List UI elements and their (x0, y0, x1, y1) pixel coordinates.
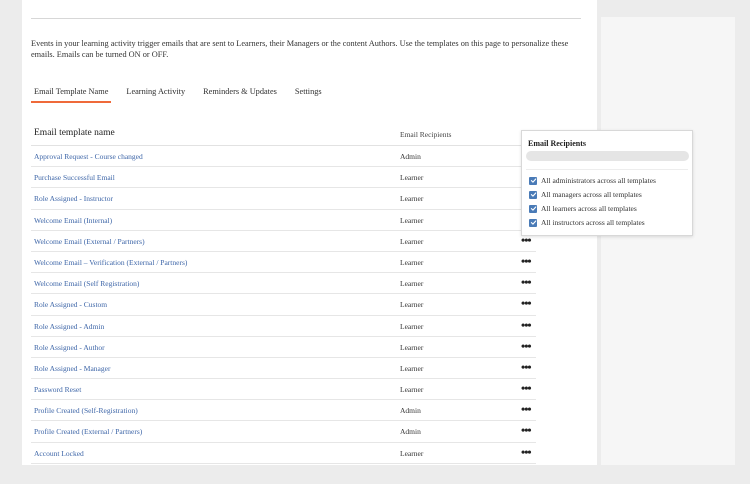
option-all-managers[interactable]: All managers across all templates (529, 189, 642, 200)
more-options-icon[interactable]: ••• (521, 424, 532, 436)
table-header: Email template name Email Recipients (31, 124, 536, 146)
more-options-icon[interactable]: ••• (521, 297, 532, 309)
table-row: Role Assigned - Admin Learner ••• (31, 316, 536, 337)
tab-learning-activity[interactable]: Learning Activity (123, 86, 188, 100)
more-options-icon[interactable]: ••• (521, 276, 532, 288)
column-header-name: Email template name (34, 128, 115, 138)
more-options-icon[interactable]: ••• (521, 403, 532, 415)
checkbox-checked-icon[interactable] (529, 218, 537, 227)
table-row: Role Assigned - Instructor Learner (31, 188, 536, 210)
template-name-link[interactable]: Account Locked (34, 449, 84, 458)
template-name-link[interactable]: Profile Created (External / Partners) (34, 427, 142, 436)
recipient-value: Admin (400, 427, 421, 437)
page-description: Events in your learning activity trigger… (31, 39, 569, 59)
recipient-value: Learner (400, 363, 424, 373)
checkbox-checked-icon[interactable] (529, 176, 537, 185)
tab-bar: Email Template Name Learning Activity Re… (31, 86, 325, 103)
table-row: Welcome Email – Verification (External /… (31, 252, 536, 274)
recipient-value: Learner (400, 194, 424, 204)
more-options-icon[interactable]: ••• (521, 382, 532, 394)
recipients-search-input[interactable] (526, 151, 689, 161)
more-options-icon[interactable]: ••• (521, 446, 532, 458)
recipient-value: Learner (400, 257, 424, 267)
table-row: Password Reset Learner ••• (31, 379, 536, 401)
option-label: All instructors across all templates (541, 218, 645, 227)
table-row: Welcome Email (Self Registration) Learne… (31, 273, 536, 295)
template-name-link[interactable]: Profile Created (Self-Registration) (34, 406, 138, 415)
template-name-link[interactable]: Role Assigned - Instructor (34, 194, 113, 203)
option-all-learners[interactable]: All learners across all templates (529, 203, 637, 214)
popover-title: Email Recipients (528, 139, 586, 148)
main-content: Events in your learning activity trigger… (22, 0, 597, 465)
template-name-link[interactable]: Role Assigned - Custom (34, 300, 107, 309)
recipient-value: Learner (400, 215, 424, 225)
tab-reminders-updates[interactable]: Reminders & Updates (200, 86, 280, 100)
recipient-value: Learner (400, 173, 424, 183)
option-label: All managers across all templates (541, 190, 642, 199)
email-template-table: Email template name Email Recipients App… (31, 124, 536, 464)
top-divider (31, 18, 581, 19)
tab-settings[interactable]: Settings (292, 86, 325, 100)
right-side-panel (601, 17, 735, 465)
template-name-link[interactable]: Welcome Email (External / Partners) (34, 237, 145, 246)
recipient-value: Learner (400, 385, 424, 395)
more-options-icon[interactable]: ••• (521, 255, 532, 267)
template-name-link[interactable]: Purchase Successful Email (34, 173, 115, 182)
template-name-link[interactable]: Approval Request - Course changed (34, 152, 143, 161)
popover-divider (526, 169, 688, 170)
recipient-value: Learner (400, 342, 424, 352)
table-row: Role Assigned - Manager Learner ••• (31, 358, 536, 380)
recipient-value: Learner (400, 321, 424, 331)
table-row: Profile Created (Self-Registration) Admi… (31, 400, 536, 422)
checkbox-checked-icon[interactable] (529, 190, 537, 199)
option-label: All administrators across all templates (541, 176, 656, 185)
template-name-link[interactable]: Welcome Email – Verification (External /… (34, 258, 187, 267)
checkbox-checked-icon[interactable] (529, 204, 537, 213)
table-row: Approval Request - Course changed Admin (31, 146, 536, 168)
option-label: All learners across all templates (541, 204, 637, 213)
table-row: Role Assigned - Custom Learner ••• (31, 294, 536, 316)
recipient-value: Learner (400, 448, 424, 458)
template-name-link[interactable]: Role Assigned - Author (34, 343, 105, 352)
table-row: Welcome Email (Internal) Learner (31, 210, 536, 231)
table-row: Account Locked Learner ••• (31, 443, 536, 464)
table-row: Welcome Email (External / Partners) Lear… (31, 231, 536, 252)
more-options-icon[interactable]: ••• (521, 319, 532, 331)
recipient-value: Learner (400, 279, 424, 289)
template-name-link[interactable]: Role Assigned - Admin (34, 322, 104, 331)
recipient-value: Admin (400, 406, 421, 416)
recipient-value: Learner (400, 236, 424, 246)
template-name-link[interactable]: Welcome Email (Internal) (34, 216, 112, 225)
option-all-instructors[interactable]: All instructors across all templates (529, 217, 645, 228)
table-row: Purchase Successful Email Learner (31, 167, 536, 189)
template-name-link[interactable]: Role Assigned - Manager (34, 364, 110, 373)
more-options-icon[interactable]: ••• (521, 340, 532, 352)
tab-email-template-name[interactable]: Email Template Name (31, 86, 112, 103)
email-recipients-popover: Email Recipients All administrators acro… (521, 130, 693, 236)
template-name-link[interactable]: Welcome Email (Self Registration) (34, 279, 139, 288)
table-row: Role Assigned - Author Learner ••• (31, 337, 536, 358)
option-all-administrators[interactable]: All administrators across all templates (529, 175, 656, 186)
recipient-value: Learner (400, 300, 424, 310)
column-header-recipients: Email Recipients (400, 130, 452, 139)
recipient-value: Admin (400, 152, 421, 161)
table-row: Profile Created (External / Partners) Ad… (31, 421, 536, 443)
more-options-icon[interactable]: ••• (521, 361, 532, 373)
template-name-link[interactable]: Password Reset (34, 385, 81, 394)
